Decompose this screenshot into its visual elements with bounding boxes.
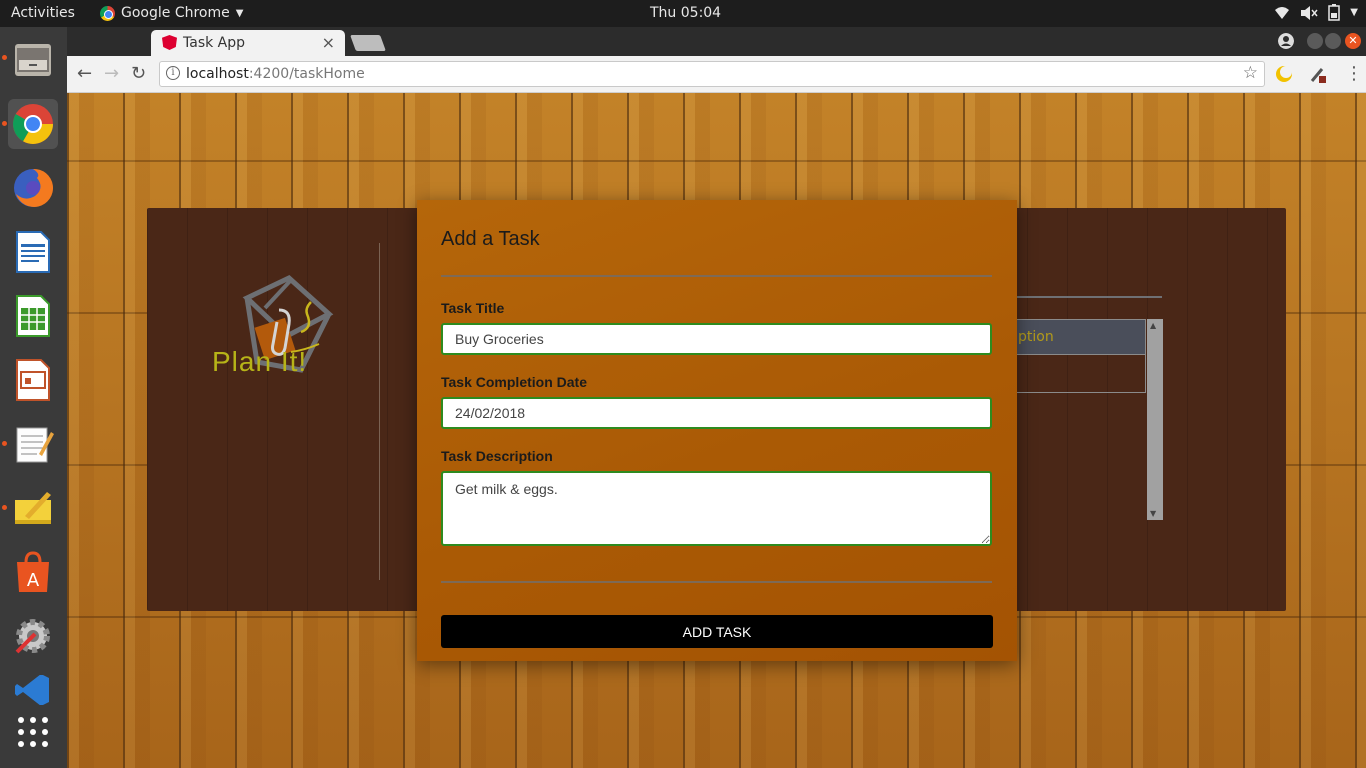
document-icon bbox=[16, 231, 50, 273]
back-arrow-icon[interactable]: ← bbox=[77, 63, 92, 84]
dock: A bbox=[0, 27, 67, 768]
maximize-button[interactable] bbox=[1325, 33, 1341, 49]
svg-text:A: A bbox=[27, 570, 40, 591]
task-description-input[interactable]: Get milk & eggs. bbox=[441, 471, 992, 546]
sticky-note-icon bbox=[15, 492, 51, 524]
table-header-label: ption bbox=[1018, 329, 1054, 345]
running-indicator bbox=[2, 121, 7, 126]
modal-title: Add a Task bbox=[441, 228, 540, 250]
system-top-bar: Activities Google Chrome ▼ Thu 05:04 ▼ bbox=[0, 0, 1366, 27]
file-cabinet-icon bbox=[15, 44, 51, 76]
dock-impress[interactable] bbox=[8, 355, 58, 405]
scroll-up-icon[interactable]: ▲ bbox=[1150, 321, 1156, 330]
dock-calc[interactable] bbox=[8, 291, 58, 341]
url-path: :4200/taskHome bbox=[248, 66, 365, 82]
dock-text-editor[interactable] bbox=[8, 419, 58, 469]
modal-divider bbox=[441, 275, 992, 277]
vscode-icon bbox=[15, 675, 49, 705]
app-grid-icon bbox=[18, 717, 48, 747]
table-row bbox=[1015, 355, 1146, 393]
running-indicator bbox=[2, 505, 7, 510]
chrome-icon bbox=[100, 5, 115, 21]
url-text: localhost:4200/taskHome bbox=[186, 66, 365, 82]
info-icon[interactable]: i bbox=[166, 66, 180, 80]
new-tab-button[interactable] bbox=[350, 35, 386, 51]
system-tray[interactable]: ▼ bbox=[1274, 4, 1358, 21]
close-window-button[interactable]: ✕ bbox=[1345, 33, 1361, 49]
dock-software[interactable]: A bbox=[8, 547, 58, 597]
angular-icon bbox=[162, 35, 177, 50]
close-tab-icon[interactable]: × bbox=[322, 33, 335, 52]
presentation-icon bbox=[16, 359, 50, 401]
dock-chrome[interactable] bbox=[8, 99, 58, 149]
chrome-icon bbox=[13, 104, 53, 144]
chevron-down-icon: ▼ bbox=[1350, 7, 1358, 18]
tab-task-app[interactable]: Task App × bbox=[151, 30, 345, 56]
extension-eyedropper-icon[interactable] bbox=[1309, 64, 1327, 84]
dock-show-apps[interactable] bbox=[8, 707, 58, 757]
app-menu[interactable]: Google Chrome ▼ bbox=[100, 5, 243, 21]
dock-vscode[interactable] bbox=[8, 675, 58, 705]
dock-writer[interactable] bbox=[8, 227, 58, 277]
notepad-icon bbox=[16, 427, 54, 463]
page-viewport: Plan It! ption ▲ ▼ Add a Task Task Title… bbox=[67, 93, 1366, 768]
forward-arrow-icon[interactable]: → bbox=[104, 63, 119, 84]
task-description-label: Task Description bbox=[441, 448, 553, 464]
scroll-down-icon[interactable]: ▼ bbox=[1150, 509, 1156, 518]
add-task-button[interactable]: ADD TASK bbox=[441, 615, 993, 648]
shopping-bag-icon: A bbox=[17, 551, 49, 592]
url-host: localhost bbox=[186, 66, 249, 82]
dock-settings[interactable] bbox=[8, 611, 58, 661]
running-indicator bbox=[2, 441, 7, 446]
browser-toolbar: ← → ↻ i localhost:4200/taskHome ☆ ⋮ bbox=[67, 56, 1366, 93]
firefox-icon bbox=[14, 168, 54, 207]
tab-title: Task App bbox=[183, 35, 246, 51]
address-bar[interactable]: i localhost:4200/taskHome ☆ bbox=[159, 61, 1265, 87]
tools-icon bbox=[15, 619, 50, 654]
task-title-input[interactable] bbox=[441, 323, 992, 355]
scrollbar[interactable]: ▲ ▼ bbox=[1147, 319, 1163, 520]
add-task-modal: Add a Task Task Title Task Completion Da… bbox=[417, 200, 1017, 661]
table-header-description: ption bbox=[1015, 319, 1146, 355]
wifi-icon bbox=[1275, 6, 1290, 19]
volume-muted-icon bbox=[1301, 5, 1318, 20]
chevron-down-icon: ▼ bbox=[235, 7, 244, 19]
browser-tab-bar: Task App × ✕ bbox=[67, 27, 1366, 56]
spreadsheet-icon bbox=[16, 295, 50, 337]
clock[interactable]: Thu 05:04 bbox=[650, 5, 721, 21]
extension-night-icon[interactable] bbox=[1275, 65, 1293, 83]
battery-icon bbox=[1328, 4, 1341, 21]
task-date-input[interactable] bbox=[441, 397, 992, 429]
running-indicator bbox=[2, 55, 7, 60]
dock-notes[interactable] bbox=[8, 483, 58, 533]
modal-divider bbox=[441, 581, 992, 583]
activities-button[interactable]: Activities bbox=[11, 5, 75, 21]
task-date-label: Task Completion Date bbox=[441, 374, 587, 390]
bookmark-star-icon[interactable]: ☆ bbox=[1243, 63, 1258, 83]
table-divider bbox=[1015, 296, 1162, 298]
profile-icon[interactable] bbox=[1278, 33, 1294, 49]
minimize-button[interactable] bbox=[1307, 33, 1323, 49]
logo-text: Plan It! bbox=[212, 346, 308, 377]
menu-kebab-icon[interactable]: ⋮ bbox=[1345, 63, 1363, 84]
dock-files[interactable] bbox=[8, 35, 58, 85]
app-menu-label: Google Chrome bbox=[121, 5, 230, 21]
dock-firefox[interactable] bbox=[8, 163, 58, 213]
task-title-label: Task Title bbox=[441, 300, 505, 316]
reload-icon[interactable]: ↻ bbox=[131, 63, 146, 84]
divider-line bbox=[379, 243, 380, 580]
